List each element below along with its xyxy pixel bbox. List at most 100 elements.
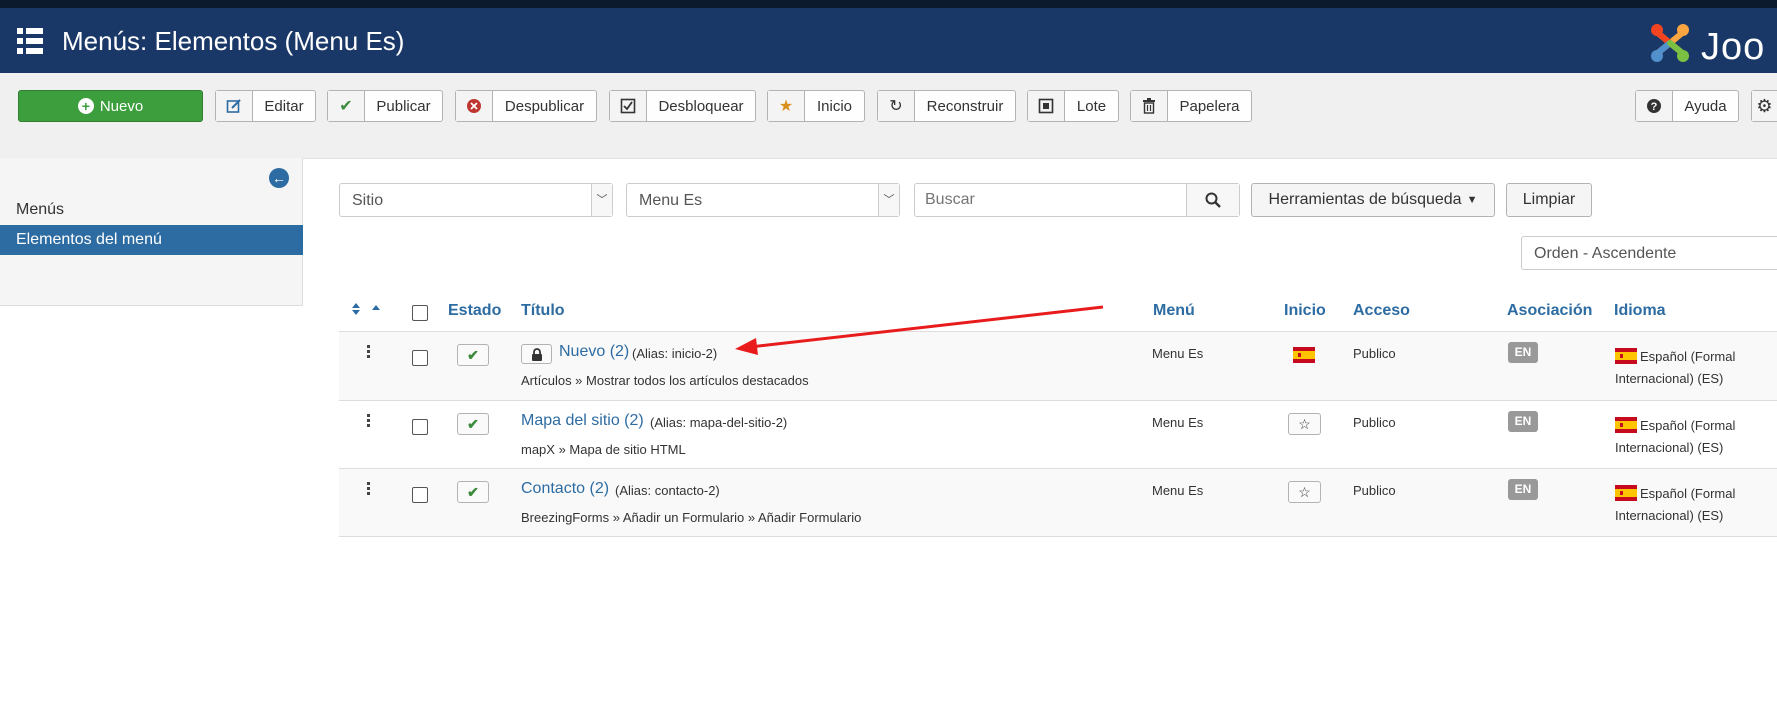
page-title: Menús: Elementos (Menu Es) <box>62 26 405 56</box>
association-badge[interactable]: EN <box>1508 342 1538 363</box>
spain-flag-icon <box>1615 485 1637 501</box>
rebuild-button[interactable]: ↻ Reconstruir <box>877 90 1016 122</box>
sidebar-item-menu-items[interactable]: Elementos del menú <box>0 225 303 255</box>
column-association[interactable]: Asociación <box>1507 302 1592 320</box>
new-button-label: Nuevo <box>99 97 144 115</box>
joomla-logo-text: Joo <box>1701 26 1766 68</box>
item-alias: (Alias: mapa-del-sitio-2) <box>650 415 788 430</box>
item-type: Artículos » Mostrar todos los artículos … <box>521 373 809 388</box>
table-row: ✔ Contacto (2) (Alias: contacto-2) Breez… <box>339 469 1777 537</box>
edit-button[interactable]: Editar <box>215 90 316 122</box>
association-badge[interactable]: EN <box>1508 479 1538 500</box>
column-home[interactable]: Inicio <box>1284 302 1326 320</box>
edit-button-label: Editar <box>264 97 304 115</box>
sidebar-item-menus[interactable]: Menús <box>0 195 303 225</box>
item-type: mapX » Mapa de sitio HTML <box>521 442 686 457</box>
set-home-star-button[interactable]: ☆ <box>1288 481 1321 503</box>
batch-button[interactable]: Lote <box>1027 90 1119 122</box>
caret-down-icon: ▼ <box>1466 194 1478 206</box>
star-icon: ★ <box>768 91 805 121</box>
menu-grid-icon <box>17 28 43 54</box>
drag-handle-icon[interactable] <box>366 345 370 359</box>
drag-handle-icon[interactable] <box>366 414 370 428</box>
item-menu: Menu Es <box>1152 483 1204 498</box>
published-status-button[interactable]: ✔ <box>457 413 489 435</box>
help-icon: ? <box>1636 91 1673 121</box>
ordering-select[interactable]: Orden - Ascendente <box>1521 236 1777 270</box>
table-row: ✔ Nuevo (2) (Alias: inicio-2) Artículos … <box>339 332 1777 400</box>
trash-button[interactable]: Papelera <box>1130 90 1252 122</box>
set-home-star-button[interactable]: ☆ <box>1288 413 1321 435</box>
batch-button-label: Lote <box>1076 97 1107 115</box>
search-box <box>914 183 1240 217</box>
association-badge[interactable]: EN <box>1508 411 1538 432</box>
item-access: Publico <box>1353 346 1396 361</box>
spain-flag-icon[interactable] <box>1293 347 1315 363</box>
menu-select[interactable]: Menu Es ﹀ <box>626 183 900 217</box>
item-language: Español (Formal Internacional) (ES) <box>1615 483 1777 527</box>
clear-button[interactable]: Limpiar <box>1506 183 1592 217</box>
search-tools-label: Herramientas de búsqueda <box>1268 191 1462 208</box>
item-alias: (Alias: contacto-2) <box>615 483 720 498</box>
star-outline-icon: ☆ <box>1298 484 1311 500</box>
item-title-link[interactable]: Contacto (2) <box>521 480 609 498</box>
rebuild-button-label: Reconstruir <box>926 97 1004 115</box>
search-input[interactable] <box>915 184 1187 216</box>
help-button[interactable]: ? Ayuda <box>1635 90 1739 122</box>
joomla-logo[interactable]: Joo <box>1645 18 1777 68</box>
item-type: BreezingForms » Añadir un Formulario » A… <box>521 510 862 525</box>
publish-button-label: Publicar <box>376 97 431 115</box>
client-select-value: Sitio <box>352 192 384 209</box>
item-language: Español (Formal Internacional) (ES) <box>1615 346 1777 390</box>
column-language[interactable]: Idioma <box>1614 302 1666 320</box>
column-status[interactable]: Estado <box>448 302 501 320</box>
chevron-down-icon: ﹀ <box>591 184 612 216</box>
help-button-label: Ayuda <box>1684 97 1727 115</box>
new-button[interactable]: + Nuevo <box>18 90 203 122</box>
unpublish-icon <box>456 91 493 121</box>
unpublish-button-label: Despublicar <box>504 97 585 115</box>
sidebar: ← Menús Elementos del menú <box>0 158 303 306</box>
top-bar <box>0 0 1777 8</box>
drag-handle-icon[interactable] <box>366 482 370 496</box>
search-tools-button[interactable]: Herramientas de búsqueda ▼ <box>1251 183 1495 217</box>
published-status-button[interactable]: ✔ <box>457 481 489 503</box>
collapse-sidebar-icon[interactable]: ← <box>269 168 289 188</box>
refresh-icon: ↻ <box>878 91 915 121</box>
row-checkbox[interactable] <box>412 350 428 366</box>
table-row: ✔ Mapa del sitio (2) (Alias: mapa-del-si… <box>339 401 1777 469</box>
check-icon: ✔ <box>328 91 365 121</box>
select-all-checkbox[interactable] <box>412 305 428 321</box>
item-language: Español (Formal Internacional) (ES) <box>1615 415 1777 459</box>
item-title-link[interactable]: Nuevo (2) <box>559 343 629 361</box>
column-access[interactable]: Acceso <box>1353 302 1410 320</box>
header-bar: Menús: Elementos (Menu Es) Joo <box>0 8 1777 73</box>
checkin-button-label: Desbloquear <box>658 97 744 115</box>
edit-icon <box>216 91 253 121</box>
home-button[interactable]: ★ Inicio <box>767 90 865 122</box>
gear-icon: ⚙ <box>1752 91 1777 121</box>
search-button[interactable] <box>1186 184 1239 216</box>
spain-flag-icon <box>1615 348 1637 364</box>
clear-button-label: Limpiar <box>1522 191 1576 208</box>
row-checkbox[interactable] <box>412 487 428 503</box>
joomla-logo-icon <box>1651 24 1689 62</box>
checked-out-lock-icon[interactable] <box>521 344 552 364</box>
published-status-button[interactable]: ✔ <box>457 344 489 366</box>
options-button[interactable]: ⚙ <box>1751 90 1777 122</box>
menu-select-value: Menu Es <box>639 192 703 209</box>
client-select[interactable]: Sitio ﹀ <box>339 183 613 217</box>
home-button-label: Inicio <box>816 97 853 115</box>
publish-button[interactable]: ✔ Publicar <box>327 90 443 122</box>
column-title[interactable]: Título <box>521 302 565 320</box>
row-checkbox[interactable] <box>412 419 428 435</box>
item-menu: Menu Es <box>1152 346 1204 361</box>
unpublish-button[interactable]: Despublicar <box>455 90 597 122</box>
spain-flag-icon <box>1615 417 1637 433</box>
toolbar: + Nuevo Editar ✔ Publicar Despublicar De… <box>0 73 1777 159</box>
svg-text:?: ? <box>1651 101 1658 113</box>
column-menu[interactable]: Menú <box>1153 302 1195 320</box>
sort-ordering-icon[interactable] <box>350 302 386 316</box>
checkin-button[interactable]: Desbloquear <box>609 90 756 122</box>
item-title-link[interactable]: Mapa del sitio (2) <box>521 412 644 430</box>
